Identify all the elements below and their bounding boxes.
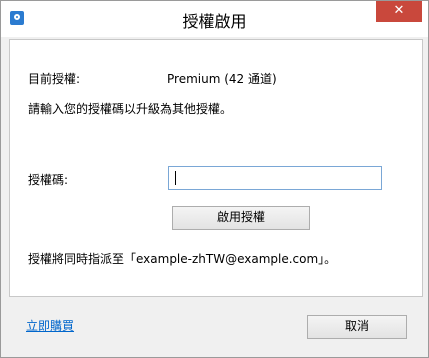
cancel-button[interactable]: 取消 [307,315,407,339]
dialog-title: 授權啟用 [182,12,247,31]
upgrade-prompt: 請輸入您的授權碼以升級為其他授權。 [28,102,233,116]
close-button[interactable]: ✕ [376,1,422,22]
assignment-note: 授權將同時指派至「example-zhTW@example.com」。 [28,252,337,266]
current-license-label: 目前授權: [28,72,81,86]
buy-now-link[interactable]: 立即購買 [26,317,74,334]
text-caret [175,171,176,185]
license-activation-dialog: 授權啟用 ✕ 目前授權: Premium (42 通道) 請輸入您的授權碼以升級… [0,0,429,358]
license-key-input[interactable] [168,166,382,190]
current-license-value: Premium (42 通道) [167,72,277,86]
activate-license-button[interactable]: 啟用授權 [172,206,310,230]
license-key-label: 授權碼: [28,173,69,187]
title-bar[interactable]: 授權啟用 ✕ [1,1,428,37]
content-panel: 目前授權: Premium (42 通道) 請輸入您的授權碼以升級為其他授權。 … [9,39,423,297]
